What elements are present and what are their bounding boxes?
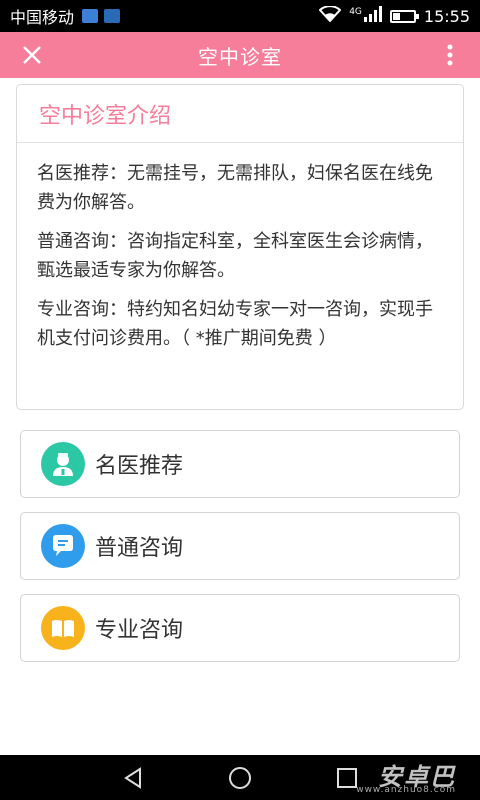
network-type: 4G (349, 7, 362, 17)
home-icon[interactable] (225, 763, 255, 793)
doctor-icon (41, 442, 85, 486)
close-icon[interactable] (18, 41, 46, 69)
signal-icon (363, 6, 382, 26)
status-bar: 中国移动 4G 15:55 (0, 0, 480, 32)
menu-item-general-consult[interactable]: 普通咨询 (20, 512, 460, 580)
intro-body: 名医推荐：无需挂号，无需排队，妇保名医在线免费为你解答。 普通咨询：咨询指定科室… (17, 143, 463, 353)
carrier-name: 中国移动 (10, 8, 75, 27)
wifi-icon (318, 5, 342, 26)
menu-label: 专业咨询 (95, 618, 184, 643)
intro-title: 空中诊室介绍 (17, 85, 463, 143)
page-title: 空中诊室 (198, 44, 282, 69)
watermark-url: www.anzhuo8.com (356, 785, 456, 795)
chat-bubble-icon (41, 524, 85, 568)
menu-label: 普通咨询 (95, 536, 184, 561)
clock: 15:55 (423, 6, 470, 26)
system-nav-bar: 安卓巴 www.anzhuo8.com (0, 755, 480, 800)
more-vertical-icon[interactable] (442, 41, 458, 69)
intro-card: 空中诊室介绍 名医推荐：无需挂号，无需排队，妇保名医在线免费为你解答。 普通咨询… (16, 84, 464, 410)
notification-icon (82, 9, 99, 23)
intro-paragraph-famous-doctor: 名医推荐：无需挂号，无需排队，妇保名医在线免费为你解答。 (37, 163, 433, 213)
back-icon[interactable] (118, 763, 148, 793)
menu-item-expert-consult[interactable]: 专业咨询 (20, 594, 460, 662)
menu-label: 名医推荐 (95, 454, 184, 479)
battery-icon (389, 9, 419, 23)
intro-paragraph-expert-consult: 专业咨询：特约知名妇幼专家一对一咨询，实现手机支付问诊费用。（ *推广期间免费 … (37, 299, 433, 349)
intro-paragraph-general-consult: 普通咨询：咨询指定科室，全科室医生会诊病情，甄选最适专家为你解答。 (37, 231, 433, 281)
menu-item-famous-doctor[interactable]: 名医推荐 (20, 430, 460, 498)
app-bar: 空中诊室 (0, 32, 480, 78)
book-icon (41, 606, 85, 650)
app-badge-icon (104, 9, 121, 23)
